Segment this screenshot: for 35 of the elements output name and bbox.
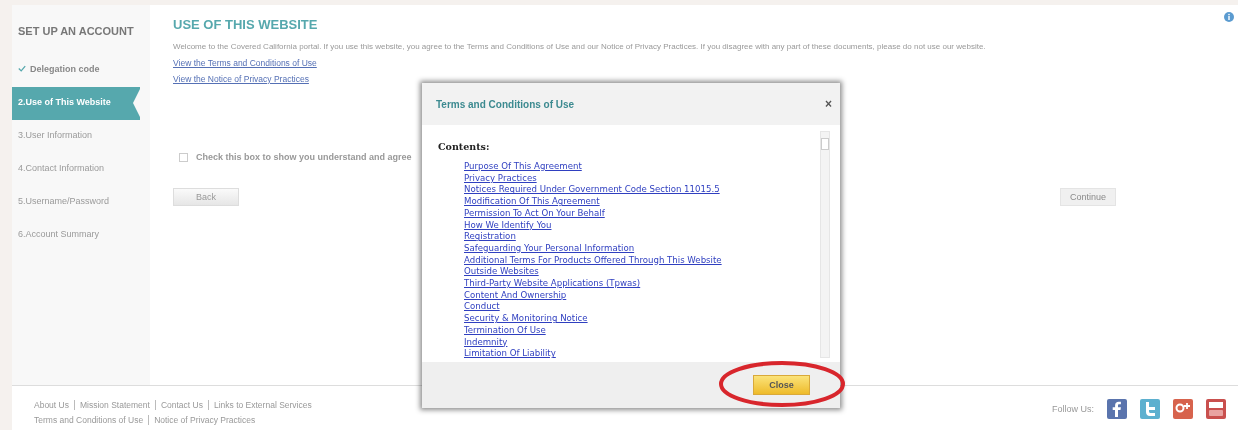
contents-link[interactable]: Security & Monitoring Notice — [464, 313, 588, 325]
contents-link[interactable]: Notices Required Under Government Code Section 11015.5 — [464, 184, 720, 197]
document-link[interactable]: View the Terms and Conditions of Use — [173, 58, 317, 68]
twitter-icon[interactable] — [1140, 398, 1160, 419]
contents-link[interactable]: Permission To Act On Your Behalf — [464, 207, 605, 220]
contents-link[interactable]: Additional Terms For Products Offered Through This Website — [464, 254, 722, 267]
contents-link[interactable]: Privacy Practices — [464, 172, 537, 185]
contents-link[interactable]: Safeguarding Your Personal Information — [464, 242, 635, 255]
dialog-title: Terms and Conditions of Use — [436, 98, 575, 110]
contents-link[interactable]: How We Identify You — [464, 219, 552, 232]
contents-link[interactable]: Conduct — [464, 301, 500, 314]
contents-heading: Contents: — [438, 141, 490, 152]
agree-checkbox[interactable] — [179, 152, 188, 162]
contents-link[interactable]: Termination Of Use — [464, 324, 546, 337]
google-plus-icon[interactable] — [1173, 398, 1193, 419]
facebook-icon[interactable] — [1107, 398, 1127, 419]
contents-link[interactable]: Content And Ownership — [464, 289, 567, 302]
contents-link[interactable]: Limitation Of Liability — [464, 348, 556, 360]
intro-text: Welcome to the Covered California portal. If you use this website, you agree to the Terms and Conditions of Use and our Notice of Privacy Practices. If you disagree with any part of these documents, please do not use our website. — [173, 42, 986, 51]
agree-label: Check this box to show you understand and agree — [196, 152, 412, 162]
step-item[interactable]: Delegation code — [12, 54, 150, 87]
sidebar-title: SET UP AN ACCOUNT — [17, 25, 135, 37]
document-link[interactable]: View the Notice of Privacy Practices — [173, 74, 309, 84]
scrollbar[interactable] — [820, 131, 830, 358]
contents-link[interactable]: Indemnity — [464, 336, 508, 349]
contents-link[interactable]: Outside Websites — [464, 266, 539, 279]
check-icon — [18, 65, 26, 72]
contents-link[interactable]: Third-Party Website Applications (Tpwas) — [464, 278, 641, 290]
contents-link[interactable]: Registration — [464, 231, 516, 243]
follow-label: Follow Us: — [1052, 403, 1094, 414]
page-title: USE OF THIS WEBSITE — [173, 17, 318, 32]
close-button[interactable]: Close — [753, 375, 810, 395]
contents-link[interactable]: Purpose Of This Agreement — [464, 161, 582, 173]
contents-link[interactable]: Modification Of This Agreement — [464, 196, 600, 208]
info-icon[interactable] — [1224, 12, 1234, 22]
